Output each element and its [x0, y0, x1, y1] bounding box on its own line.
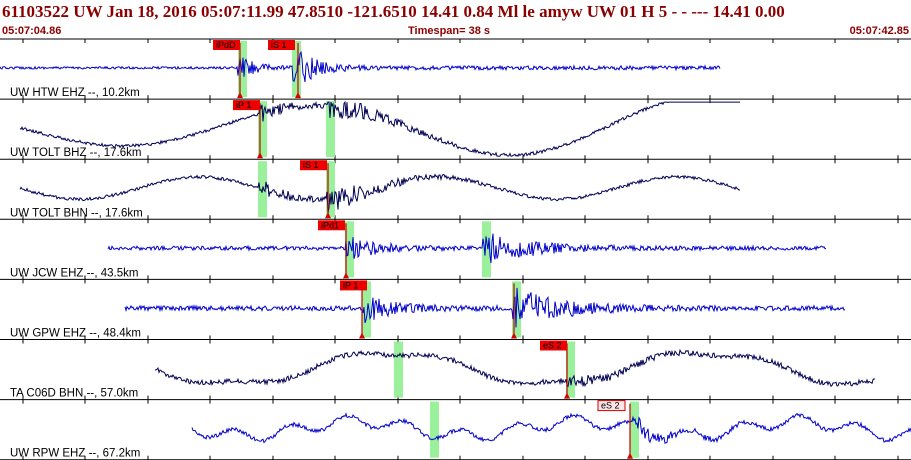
- seismogram-trace: [107, 233, 827, 264]
- station-label: UW JCW EHZ --, 43.5km: [10, 267, 138, 279]
- pick-flag-label: iP 1: [236, 100, 251, 110]
- seismogram-trace: [0, 50, 721, 83]
- station-label: UW RPW EHZ --, 67.2km: [10, 448, 140, 460]
- pick-flag-label: iS 1: [271, 40, 287, 50]
- pick-flag[interactable]: iP 1: [233, 100, 260, 111]
- station-label: UW HTW EHZ --, 10.2km: [10, 87, 140, 99]
- station-label: UW GPW EHZ --, 48.4km: [10, 328, 141, 340]
- seismogram-trace: [154, 348, 876, 388]
- pick-flag-label: iP 1: [343, 280, 358, 290]
- station-label: UW TOLT BHN --, 17.6km: [10, 207, 143, 219]
- pick-flag[interactable]: iPdD: [213, 40, 240, 50]
- pick-flag[interactable]: iP 1: [340, 280, 367, 291]
- pick-flag[interactable]: eS 2: [597, 400, 626, 412]
- pick-flag-label: eS 2: [543, 341, 562, 351]
- pick-flag[interactable]: eS 2: [540, 340, 567, 351]
- seismogram-trace: [191, 412, 911, 444]
- pick-flag-label: iS 1: [303, 160, 319, 170]
- pick-window-band: [430, 401, 439, 458]
- pick-flag-label: iPdD: [216, 40, 236, 50]
- station-label: TA C06D BHN --, 57.0km: [10, 388, 138, 400]
- seismogram-trace: [124, 287, 846, 328]
- pick-flag-label: iPd1: [321, 220, 339, 230]
- pick-flag[interactable]: iS 1: [268, 40, 295, 50]
- pick-flag[interactable]: iS 1: [300, 160, 327, 171]
- pick-window-band: [630, 401, 639, 458]
- trace-panel[interactable]: iPdD iS 1 UW HTW EHZ --, 10.2km iP 1 UW TOLT…: [0, 0, 911, 460]
- pick-flag[interactable]: iPd1: [318, 220, 345, 231]
- pick-flag-label: eS 2: [601, 401, 620, 411]
- pick-window-band: [394, 341, 403, 398]
- station-label: UW TOLT BHZ --, 17.6km: [10, 147, 141, 159]
